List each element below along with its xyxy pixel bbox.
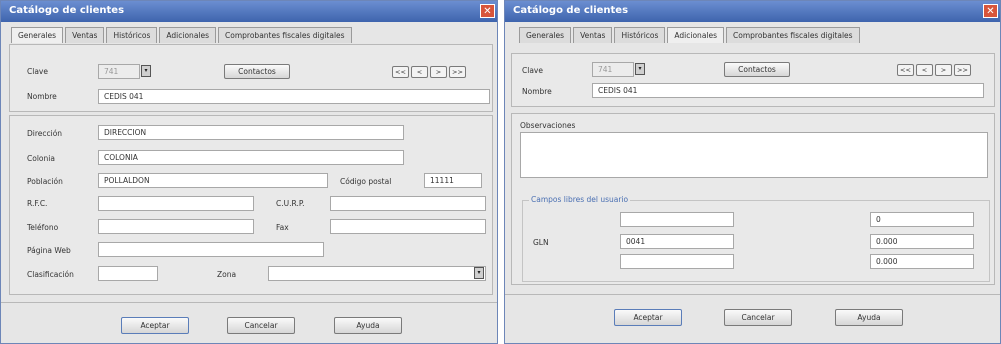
pagina-web-label: Página Web bbox=[27, 246, 71, 255]
footer-divider bbox=[505, 294, 1000, 295]
clave-field[interactable]: 741 bbox=[98, 64, 140, 79]
colonia-label: Colonia bbox=[27, 154, 55, 163]
window-title: Catálogo de clientes bbox=[513, 5, 629, 16]
tab-generales[interactable]: Generales bbox=[519, 27, 572, 43]
adicionales-panel: Observaciones Campos libres del usuario … bbox=[511, 113, 995, 285]
observaciones-textarea[interactable] bbox=[520, 132, 988, 178]
fax-field[interactable] bbox=[330, 219, 486, 234]
clave-label: Clave bbox=[522, 66, 543, 75]
last-record-button[interactable]: >> bbox=[449, 66, 466, 78]
telefono-label: Teléfono bbox=[27, 223, 59, 232]
poblacion-label: Población bbox=[27, 177, 63, 186]
rfc-label: R.F.C. bbox=[27, 199, 48, 208]
nombre-field[interactable]: CEDIS 041 bbox=[592, 83, 984, 98]
clientes-window-generales: Catálogo de clientes ✕ Generales Ventas … bbox=[0, 0, 498, 344]
tab-adicionales[interactable]: Adicionales bbox=[159, 27, 217, 43]
clave-picker-icon[interactable]: ▾ bbox=[635, 63, 645, 75]
libre-num-field-2[interactable]: 0.000 bbox=[870, 234, 974, 249]
libre-num-field-3[interactable]: 0.000 bbox=[870, 254, 974, 269]
zona-dropdown-icon[interactable]: ▾ bbox=[474, 267, 484, 279]
tab-adicionales[interactable]: Adicionales bbox=[667, 27, 725, 43]
tab-historicos[interactable]: Históricos bbox=[614, 27, 666, 43]
aceptar-button[interactable]: Aceptar bbox=[614, 309, 682, 326]
pagina-web-field[interactable] bbox=[98, 242, 324, 257]
rfc-field[interactable] bbox=[98, 196, 254, 211]
footer-divider bbox=[1, 302, 497, 303]
direccion-field[interactable]: DIRECCION bbox=[98, 125, 404, 140]
poblacion-field[interactable]: POLLALDON bbox=[98, 173, 328, 188]
tab-historicos[interactable]: Históricos bbox=[106, 27, 158, 43]
close-icon[interactable]: ✕ bbox=[983, 4, 998, 18]
libre-num-field-1[interactable]: 0 bbox=[870, 212, 974, 227]
nombre-field[interactable]: CEDIS 041 bbox=[98, 89, 490, 104]
first-record-button[interactable]: << bbox=[897, 64, 914, 76]
clasificacion-field[interactable] bbox=[98, 266, 158, 281]
prev-record-button[interactable]: < bbox=[411, 66, 428, 78]
aceptar-button[interactable]: Aceptar bbox=[121, 317, 189, 334]
clientes-window-adicionales: Catálogo de clientes ✕ Generales Ventas … bbox=[504, 0, 1001, 344]
curp-field[interactable] bbox=[330, 196, 486, 211]
cancelar-button[interactable]: Cancelar bbox=[227, 317, 295, 334]
nombre-label: Nombre bbox=[522, 87, 552, 96]
tab-strip: Generales Ventas Históricos Adicionales … bbox=[11, 27, 354, 43]
title-bar: Catálogo de clientes ✕ bbox=[1, 1, 497, 22]
zona-label: Zona bbox=[217, 270, 237, 279]
telefono-field[interactable] bbox=[98, 219, 254, 234]
direccion-label: Dirección bbox=[27, 129, 63, 138]
clave-label: Clave bbox=[27, 67, 48, 76]
clasificacion-label: Clasificación bbox=[27, 270, 74, 279]
tab-ventas[interactable]: Ventas bbox=[573, 27, 613, 43]
ayuda-button[interactable]: Ayuda bbox=[334, 317, 402, 334]
tab-generales[interactable]: Generales bbox=[11, 27, 64, 43]
tab-comprobantes[interactable]: Comprobantes fiscales digitales bbox=[218, 27, 352, 43]
gln-field[interactable]: 0041 bbox=[620, 234, 734, 249]
libre-text-field-3[interactable] bbox=[620, 254, 734, 269]
zona-field[interactable] bbox=[268, 266, 486, 281]
curp-label: C.U.R.P. bbox=[276, 199, 305, 208]
nombre-label: Nombre bbox=[27, 92, 57, 101]
last-record-button[interactable]: >> bbox=[954, 64, 971, 76]
title-bar: Catálogo de clientes ✕ bbox=[505, 1, 1000, 22]
header-panel: Clave 741 ▾ Contactos << < > >> Nombre C… bbox=[511, 53, 995, 107]
fax-label: Fax bbox=[276, 223, 289, 232]
header-panel: Clave 741 ▾ Contactos << < > >> Nombre C… bbox=[9, 44, 493, 112]
tab-comprobantes[interactable]: Comprobantes fiscales digitales bbox=[726, 27, 860, 43]
ayuda-button[interactable]: Ayuda bbox=[835, 309, 903, 326]
contactos-button[interactable]: Contactos bbox=[724, 62, 790, 77]
colonia-field[interactable]: COLONIA bbox=[98, 150, 404, 165]
window-title: Catálogo de clientes bbox=[9, 5, 125, 16]
next-record-button[interactable]: > bbox=[430, 66, 447, 78]
campos-libres-title: Campos libres del usuario bbox=[529, 195, 631, 204]
codigo-postal-label: Código postal bbox=[340, 177, 392, 186]
tab-ventas[interactable]: Ventas bbox=[65, 27, 105, 43]
next-record-button[interactable]: > bbox=[935, 64, 952, 76]
clave-picker-icon[interactable]: ▾ bbox=[141, 65, 151, 77]
codigo-postal-field[interactable]: 11111 bbox=[424, 173, 482, 188]
tab-strip: Generales Ventas Históricos Adicionales … bbox=[519, 27, 862, 43]
generales-panel: Dirección DIRECCION Colonia COLONIA Pobl… bbox=[9, 115, 493, 295]
clave-field[interactable]: 741 bbox=[592, 62, 634, 77]
libre-text-field-1[interactable] bbox=[620, 212, 734, 227]
cancelar-button[interactable]: Cancelar bbox=[724, 309, 792, 326]
contactos-button[interactable]: Contactos bbox=[224, 64, 290, 79]
gln-label: GLN bbox=[533, 238, 549, 247]
prev-record-button[interactable]: < bbox=[916, 64, 933, 76]
campos-libres-group: Campos libres del usuario GLN 0041 0 0.0… bbox=[522, 195, 990, 282]
close-icon[interactable]: ✕ bbox=[480, 4, 495, 18]
observaciones-label: Observaciones bbox=[520, 121, 576, 130]
first-record-button[interactable]: << bbox=[392, 66, 409, 78]
